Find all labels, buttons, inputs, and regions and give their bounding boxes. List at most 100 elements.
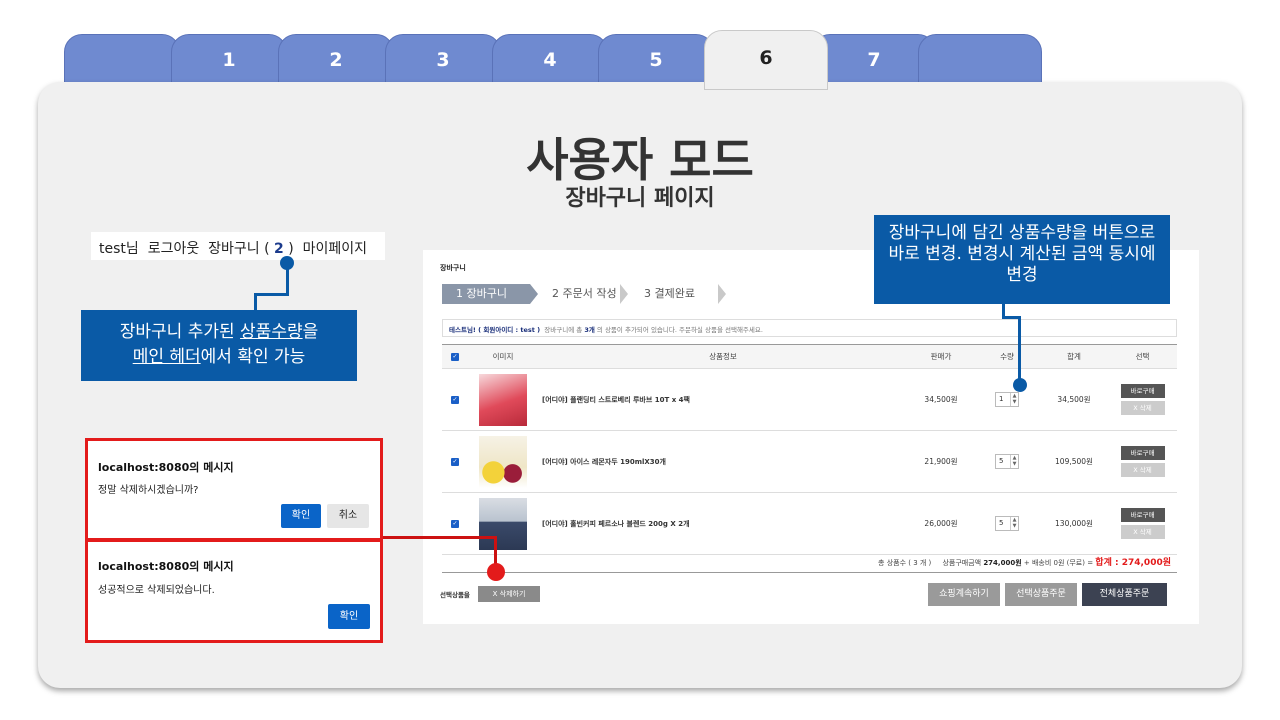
delete-selected-button[interactable]: X 삭제하기: [478, 586, 540, 602]
total-amount: 274,000원: [983, 559, 1022, 567]
stepper-arrows-icon[interactable]: ▲ ▼: [1010, 393, 1018, 406]
info-user: 테스트님! ( 회원아이디 : test ): [449, 326, 541, 334]
cart-info-bar: 테스트님! ( 회원아이디 : test ) 장바구니에 총 3개 의 상품이 …: [442, 319, 1177, 337]
table-row: ✓ [어디야] 홀빈커피 페르소나 블렌드 200g X 2개 26,000원 …: [442, 492, 1177, 555]
stepper-arrows-icon[interactable]: ▲ ▼: [1010, 455, 1018, 468]
shipping-text: + 배송비 0원 (무료) =: [1023, 559, 1094, 567]
grand-total: 합계 : 274,000원: [1095, 558, 1171, 568]
step-payment: 3 결제완료: [630, 284, 730, 304]
row-total: 130,000원: [1040, 492, 1108, 555]
table-header-row: ✓ 이미지 상품정보 판매가 수량 합계 선택: [442, 344, 1177, 369]
column-header: 판매가: [908, 344, 974, 369]
dialog-message: 성공적으로 삭제되었습니다.: [98, 585, 215, 596]
step-label: 3 결제완료: [644, 287, 695, 300]
info-text: 장바구니에 총: [544, 326, 583, 334]
product-name[interactable]: [어디야] 플랜딩티 스트로베리 루바브 10T x 4팩: [538, 368, 908, 431]
quantity-value: 5: [999, 519, 1004, 527]
dialog-title: localhost:8080의 메시지: [98, 461, 234, 474]
product-name[interactable]: [어디야] 아이스 레몬자두 190mlX30개: [538, 430, 908, 493]
column-header: 합계: [1040, 344, 1108, 369]
row-checkbox[interactable]: ✓: [451, 396, 459, 404]
column-header: 선택: [1108, 344, 1177, 369]
total-count: 총 상품수 ( 3 개 ): [878, 559, 932, 567]
row-checkbox[interactable]: ✓: [451, 520, 459, 528]
callout-underline: 메인 헤더: [132, 347, 201, 367]
info-text: 의 상품이 추가되어 있습니다. 주문하실 상품을 선택해주세요.: [596, 326, 763, 334]
dialog-ok-button[interactable]: 확인: [281, 504, 321, 528]
delete-item-button[interactable]: X 삭제: [1120, 525, 1165, 539]
dialog-ok-button[interactable]: 확인: [328, 604, 370, 629]
product-price: 21,900원: [908, 430, 974, 493]
logout-link[interactable]: 로그아웃: [148, 241, 200, 257]
step-label: 1 장바구니: [456, 287, 507, 300]
connector-line: [1018, 316, 1021, 382]
chevron-right-icon: [530, 284, 538, 304]
main-header-bar: test님 로그아웃 장바구니 ( 2 ) 마이페이지: [91, 232, 385, 260]
chevron-right-icon: [718, 284, 726, 304]
product-image[interactable]: [479, 373, 527, 426]
callout-left: 장바구니 추가된 상품수량을 메인 헤더에서 확인 가능: [81, 310, 357, 381]
quantity-stepper[interactable]: 5 ▲ ▼: [995, 516, 1019, 531]
delete-item-button[interactable]: X 삭제: [1120, 401, 1165, 415]
product-name[interactable]: [어디야] 홀빈커피 페르소나 블렌드 200g X 2개: [538, 492, 908, 555]
connector-line: [254, 293, 257, 311]
buy-now-button[interactable]: 바로구매: [1120, 508, 1165, 522]
stepper-arrows-icon[interactable]: ▲ ▼: [1010, 517, 1018, 530]
callout-underline: 상품수량: [240, 322, 303, 342]
cart-link[interactable]: 장바구니 ( 2 ): [208, 241, 294, 257]
connector-line: [254, 293, 289, 296]
callout-text: 에서 확인 가능: [200, 347, 306, 367]
info-count: 3개: [584, 326, 595, 334]
column-header: 이미지: [468, 344, 538, 369]
select-all-checkbox[interactable]: ✓: [451, 353, 459, 361]
tab-6[interactable]: 6: [704, 30, 828, 90]
table-row: ✓ [어디야] 아이스 레몬자두 190mlX30개 21,900원 5 ▲ ▼ 1…: [442, 430, 1177, 493]
step-label: 2 주문서 작성: [552, 287, 617, 300]
buy-now-button[interactable]: 바로구매: [1120, 446, 1165, 460]
callout-dot-right: [1013, 378, 1027, 392]
connector-line-red: [383, 536, 497, 539]
step-cart: 1 장바구니: [442, 284, 538, 304]
buy-now-button[interactable]: 바로구매: [1120, 384, 1165, 398]
column-header: 수량: [974, 344, 1040, 369]
cart-count: 2: [274, 241, 284, 257]
product-image[interactable]: [479, 497, 527, 550]
delete-item-button[interactable]: X 삭제: [1120, 463, 1165, 477]
cart-close: ): [288, 241, 294, 257]
chevron-right-icon: [620, 284, 628, 304]
cart-label: 장바구니 (: [208, 241, 270, 257]
callout-right: 장바구니에 담긴 상품수량을 버튼으로 바로 변경. 변경시 계산된 금액 동시…: [874, 215, 1170, 304]
selected-label: 선택상품을: [440, 591, 470, 599]
order-steps: 1 장바구니 2 주문서 작성 3 결제완료: [442, 284, 730, 304]
order-all-button[interactable]: 전체상품주문: [1082, 583, 1167, 606]
quantity-stepper[interactable]: 5 ▲ ▼: [995, 454, 1019, 469]
row-total: 34,500원: [1040, 368, 1108, 431]
product-image[interactable]: [479, 435, 527, 488]
callout-text: 장바구니 추가된: [119, 322, 241, 342]
product-price: 26,000원: [908, 492, 974, 555]
quantity-stepper[interactable]: 1 ▲ ▼: [995, 392, 1019, 407]
quantity-value: 5: [999, 457, 1004, 465]
column-header: 상품정보: [538, 344, 908, 369]
dialog-cancel-button[interactable]: 취소: [327, 504, 369, 528]
page-subtitle: 장바구니 페이지: [565, 186, 715, 211]
row-total: 109,500원: [1040, 430, 1108, 493]
order-selected-button[interactable]: 선택상품주문: [1005, 583, 1077, 606]
row-checkbox[interactable]: ✓: [451, 458, 459, 466]
cart-totals: 총 상품수 ( 3 개 ) 상품구매금액 274,000원 + 배송비 0원 (…: [442, 554, 1177, 573]
quantity-value: 1: [999, 395, 1004, 403]
callout-dot-red: [487, 563, 505, 581]
cart-title: 장바구니: [440, 264, 466, 272]
cart-page: 장바구니 1 장바구니 2 주문서 작성 3 결제완료 테스트님! ( 회원아이…: [423, 250, 1199, 624]
table-row: ✓ [어디야] 플랜딩티 스트로베리 루바브 10T x 4팩 34,500원 …: [442, 368, 1177, 431]
cart-table: ✓ 이미지 상품정보 판매가 수량 합계 선택 ✓ [어디야] 플랜딩티 스트로…: [442, 344, 1177, 555]
callout-text: 을: [302, 322, 319, 342]
total-label: 상품구매금액: [942, 559, 982, 567]
product-price: 34,500원: [908, 368, 974, 431]
dialog-message: 정말 삭제하시겠습니까?: [98, 485, 199, 496]
callout-dot-left: [280, 256, 294, 270]
step-order: 2 주문서 작성: [538, 284, 630, 304]
dialog-title: localhost:8080의 메시지: [98, 560, 234, 573]
mypage-link[interactable]: 마이페이지: [303, 241, 367, 257]
continue-shopping-button[interactable]: 쇼핑계속하기: [928, 583, 1000, 606]
